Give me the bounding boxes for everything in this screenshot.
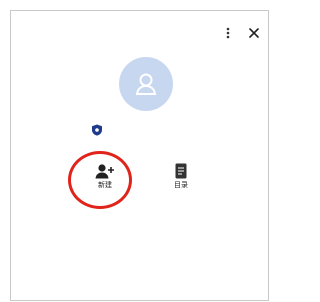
contact-panel: 新建 目录 xyxy=(10,10,269,301)
close-icon[interactable] xyxy=(246,25,262,41)
add-contact-label: 新建 xyxy=(98,181,112,189)
highlight-ring xyxy=(68,151,132,209)
add-contact-button[interactable]: 新建 xyxy=(68,151,132,209)
top-bar xyxy=(220,25,262,41)
avatar xyxy=(119,57,173,111)
person-add-icon xyxy=(95,164,114,179)
more-vertical-icon[interactable] xyxy=(220,25,236,41)
directory-button[interactable]: 目录 xyxy=(166,163,196,189)
shield-icon xyxy=(91,121,103,136)
person-icon xyxy=(135,73,157,95)
directory-label: 目录 xyxy=(174,181,188,189)
book-icon xyxy=(175,163,187,179)
